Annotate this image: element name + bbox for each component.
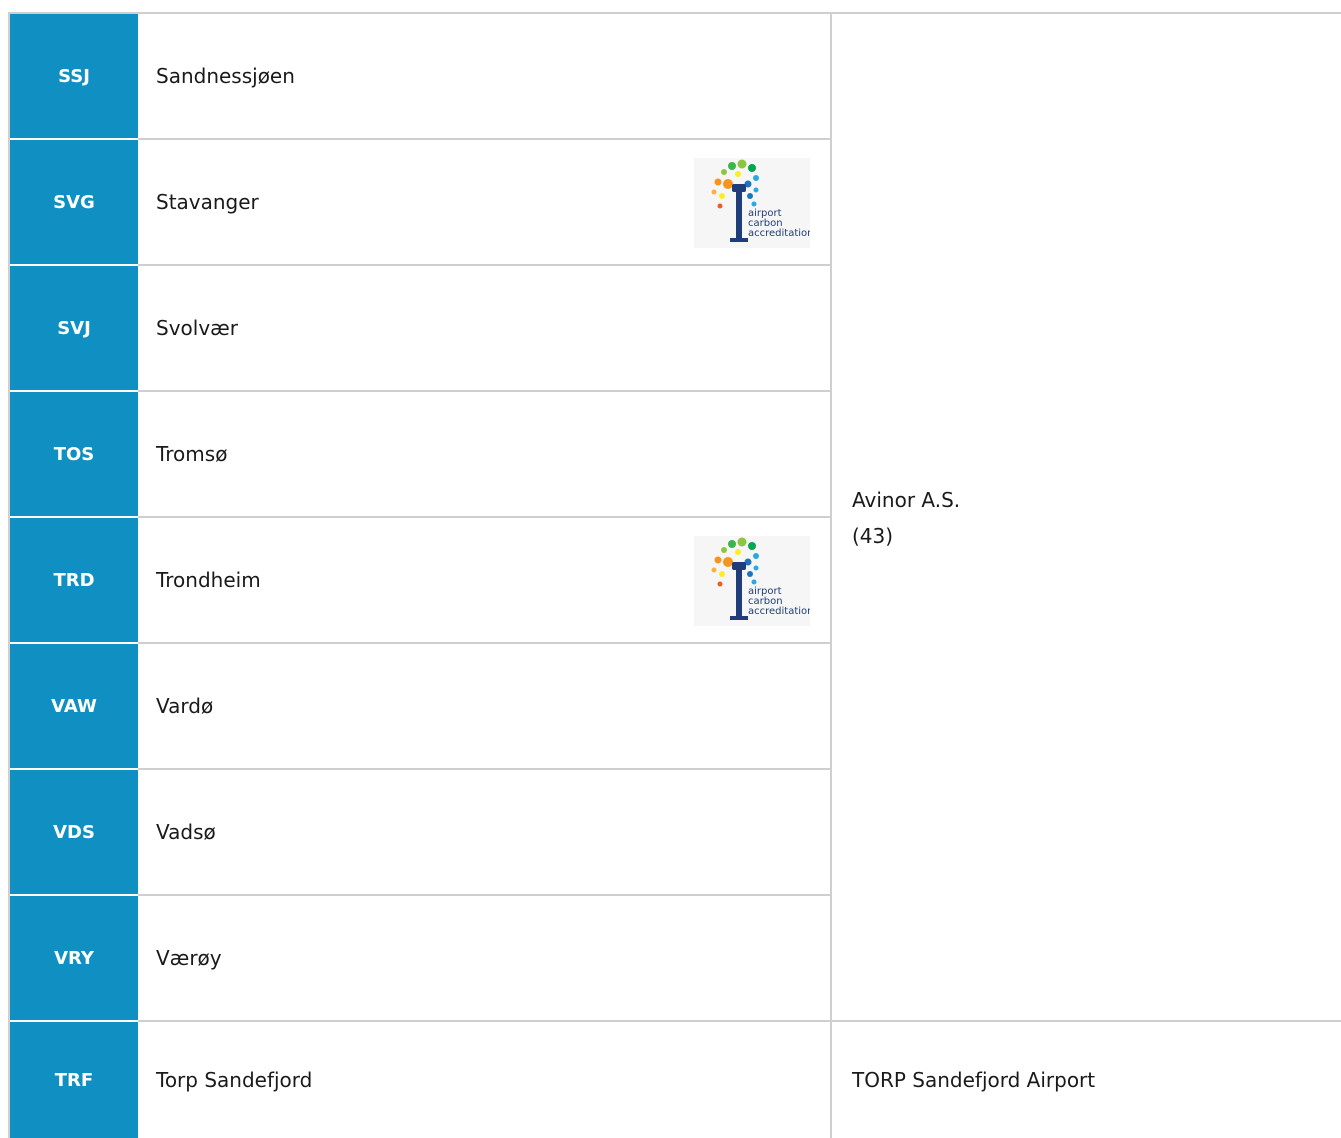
airport-name-cell: Værøy — [138, 896, 830, 1022]
airport-code: SVG — [53, 191, 95, 213]
airport-name: Torp Sandefjord — [156, 1068, 313, 1092]
airport-name-cell: Torp Sandefjord — [138, 1022, 830, 1138]
airport-name: Svolvær — [156, 316, 239, 340]
airport-name: Trondheim — [156, 568, 261, 592]
airport-code: VRY — [54, 947, 94, 969]
aca-logo-text-3: accreditation — [748, 228, 810, 239]
airport-name: Vardø — [156, 694, 214, 718]
aca-logo-text-3: accreditation — [748, 606, 810, 617]
airport-code-cell: VRY — [10, 896, 138, 1020]
operator-name: Avinor A.S. — [852, 488, 961, 512]
airport-code: TRD — [53, 569, 95, 591]
airport-code-cell: TOS — [10, 392, 138, 516]
airport-code-cell: SVG — [10, 140, 138, 264]
airport-carbon-accreditation-logo: airport carbon accreditation — [694, 536, 810, 626]
operator-cell: Avinor A.S. (43) — [830, 14, 1341, 1022]
airport-name: Vadsø — [156, 820, 216, 844]
airport-name: Sandnessjøen — [156, 64, 295, 88]
airport-code: VDS — [53, 821, 95, 843]
airport-code-cell: VDS — [10, 770, 138, 894]
airport-name: Tromsø — [156, 442, 228, 466]
airport-code-cell: TRF — [10, 1022, 138, 1138]
airport-name: Stavanger — [156, 190, 259, 214]
airport-code-cell: SSJ — [10, 14, 138, 138]
airport-code: SSJ — [58, 65, 90, 87]
operator-name: TORP Sandefjord Airport — [852, 1068, 1096, 1092]
airport-code: VAW — [51, 695, 97, 717]
airport-name-cell: Sandnessjøen — [138, 14, 830, 140]
operator-info: TORP Sandefjord Airport — [852, 1062, 1095, 1098]
airport-code: SVJ — [57, 317, 91, 339]
airport-code: TRF — [54, 1069, 94, 1091]
airport-table: SSJ Sandnessjøen SVG Stavanger airport c… — [0, 0, 1341, 1138]
airport-code-cell: VAW — [10, 644, 138, 768]
airport-code-cell: TRD — [10, 518, 138, 642]
airport-code: TOS — [53, 443, 95, 465]
airport-name-cell: Vadsø — [138, 770, 830, 896]
operator-airport-count: (43) — [852, 524, 894, 548]
operator-info: Avinor A.S. (43) — [852, 482, 960, 554]
operator-cell: TORP Sandefjord Airport — [830, 1020, 1341, 1138]
airport-carbon-accreditation-logo: airport carbon accreditation — [694, 158, 810, 248]
airport-name-cell: Svolvær — [138, 266, 830, 392]
airport-name-cell: Vardø — [138, 644, 830, 770]
airport-name-cell: Trondheim airport carbon accreditation — [138, 518, 830, 644]
airport-name-cell: Tromsø — [138, 392, 830, 518]
airport-name-cell: Stavanger airport carbon accreditation — [138, 140, 830, 266]
airport-code-cell: SVJ — [10, 266, 138, 390]
airport-name: Værøy — [156, 946, 222, 970]
